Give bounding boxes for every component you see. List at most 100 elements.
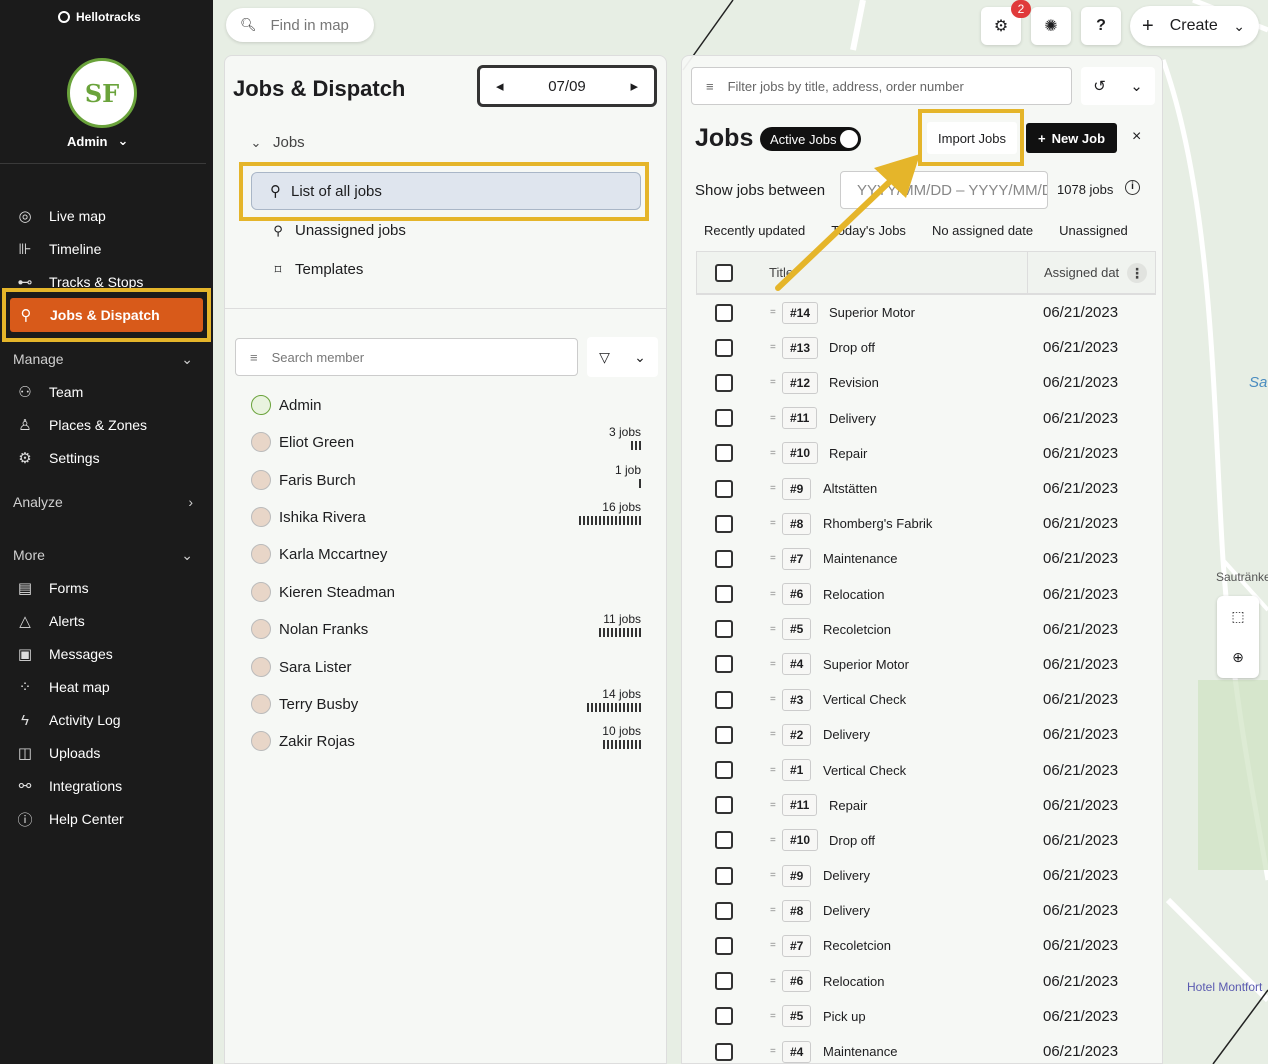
active-jobs-toggle[interactable]: Active Jobs: [760, 127, 861, 151]
nav-activity-log[interactable]: ϟ Activity Log: [0, 705, 206, 735]
drag-handle-icon[interactable]: =: [770, 518, 776, 529]
tab-unassigned[interactable]: Unassigned: [1059, 223, 1128, 238]
current-date[interactable]: 07/09: [548, 78, 586, 95]
row-checkbox[interactable]: [715, 585, 733, 604]
job-title[interactable]: Drop off: [829, 833, 875, 848]
drag-handle-icon[interactable]: =: [770, 659, 776, 670]
drag-handle-icon[interactable]: =: [770, 553, 776, 564]
nav-help-center[interactable]: ⓘ Help Center: [0, 804, 206, 834]
row-checkbox[interactable]: [715, 831, 733, 850]
section-manage[interactable]: Manage ⌄: [13, 351, 193, 368]
nav-forms[interactable]: ▤ Forms: [0, 573, 206, 603]
row-checkbox[interactable]: [715, 936, 733, 955]
job-title[interactable]: Repair: [829, 798, 867, 813]
help-button[interactable]: ?: [1081, 7, 1121, 45]
job-title[interactable]: Delivery: [823, 868, 870, 883]
member-row[interactable]: Ishika Rivera 16 jobs: [251, 500, 641, 534]
job-title[interactable]: Relocation: [823, 974, 884, 989]
drag-handle-icon[interactable]: =: [770, 483, 776, 494]
history-filter-button[interactable]: ↺ ⌄: [1081, 67, 1155, 105]
map-search-input[interactable]: 🔍︎ Find in map: [226, 8, 374, 42]
member-filter-button[interactable]: ▽ ⌄: [587, 337, 658, 377]
row-checkbox[interactable]: [715, 549, 733, 568]
chevron-right-icon[interactable]: ▸: [630, 77, 638, 95]
job-title[interactable]: Revision: [829, 375, 879, 390]
table-row[interactable]: = #4 Superior Motor 06/21/2023: [696, 647, 1156, 682]
job-title[interactable]: Repair: [829, 446, 867, 461]
job-title[interactable]: Delivery: [829, 411, 876, 426]
table-row[interactable]: = #1 Vertical Check 06/21/2023: [696, 752, 1156, 787]
table-row[interactable]: = #4 Maintenance 06/21/2023: [696, 1034, 1156, 1063]
job-title[interactable]: Rhomberg's Fabrik: [823, 516, 932, 531]
member-search-input[interactable]: ≡ Search member: [235, 338, 578, 376]
row-checkbox[interactable]: [715, 796, 733, 815]
row-checkbox[interactable]: [715, 1042, 733, 1061]
member-row[interactable]: Eliot Green 3 jobs: [251, 425, 641, 459]
table-row[interactable]: = #5 Recoletcion 06/21/2023: [696, 612, 1156, 647]
table-row[interactable]: = #6 Relocation 06/21/2023: [696, 964, 1156, 999]
nav-integrations[interactable]: ⚯ Integrations: [0, 771, 206, 801]
row-checkbox[interactable]: [715, 409, 733, 428]
section-analyze[interactable]: Analyze ›: [13, 494, 193, 510]
drag-handle-icon[interactable]: =: [770, 1046, 776, 1057]
drag-handle-icon[interactable]: =: [770, 976, 776, 987]
table-row[interactable]: = #7 Recoletcion 06/21/2023: [696, 928, 1156, 963]
row-checkbox[interactable]: [715, 373, 733, 392]
tree-unassigned-jobs[interactable]: ⚲ Unassigned jobs: [271, 222, 406, 239]
import-jobs-button[interactable]: Import Jobs: [927, 122, 1017, 154]
table-row[interactable]: = #11 Repair 06/21/2023: [696, 788, 1156, 823]
table-row[interactable]: = #13 Drop off 06/21/2023: [696, 330, 1156, 365]
nav-places-zones[interactable]: ♙ Places & Zones: [0, 410, 206, 440]
tab-no-assigned-date[interactable]: No assigned date: [932, 223, 1033, 238]
row-checkbox[interactable]: [715, 479, 733, 498]
table-row[interactable]: = #5 Pick up 06/21/2023: [696, 999, 1156, 1034]
tree-jobs-root[interactable]: ⌄ Jobs: [249, 134, 305, 151]
drag-handle-icon[interactable]: =: [770, 448, 776, 459]
member-row[interactable]: Karla Mccartney: [251, 537, 641, 571]
table-row[interactable]: = #9 Altstätten 06/21/2023: [696, 471, 1156, 506]
nav-messages[interactable]: ▣ Messages: [0, 639, 206, 669]
job-title[interactable]: Recoletcion: [823, 938, 891, 953]
job-title[interactable]: Vertical Check: [823, 763, 906, 778]
brand[interactable]: Hellotracks: [58, 10, 141, 24]
select-area-icon[interactable]: ⬚: [1231, 608, 1244, 625]
row-checkbox[interactable]: [715, 444, 733, 463]
drag-handle-icon[interactable]: =: [770, 413, 776, 424]
table-row[interactable]: = #12 Revision 06/21/2023: [696, 365, 1156, 400]
column-divider[interactable]: [1027, 252, 1028, 294]
drag-handle-icon[interactable]: =: [770, 589, 776, 600]
table-row[interactable]: = #14 Superior Motor 06/21/2023: [696, 295, 1156, 330]
chevron-left-icon[interactable]: ◂: [496, 77, 504, 95]
nav-team[interactable]: ⚇ Team: [0, 377, 206, 407]
job-title[interactable]: Maintenance: [823, 551, 897, 566]
row-checkbox[interactable]: [715, 725, 733, 744]
row-checkbox[interactable]: [715, 866, 733, 885]
nav-uploads[interactable]: ◫ Uploads: [0, 738, 206, 768]
job-title[interactable]: Pick up: [823, 1009, 866, 1024]
drag-handle-icon[interactable]: =: [770, 342, 776, 353]
new-job-button[interactable]: + New Job: [1026, 123, 1117, 153]
table-row[interactable]: = #2 Delivery 06/21/2023: [696, 717, 1156, 752]
table-row[interactable]: = #9 Delivery 06/21/2023: [696, 858, 1156, 893]
table-row[interactable]: = #8 Rhomberg's Fabrik 06/21/2023: [696, 506, 1156, 541]
more-options-icon[interactable]: ⋮: [1127, 262, 1147, 283]
row-checkbox[interactable]: [715, 303, 733, 322]
tree-list-all-jobs[interactable]: ⚲ List of all jobs: [251, 172, 641, 210]
table-row[interactable]: = #11 Delivery 06/21/2023: [696, 401, 1156, 436]
member-row[interactable]: Faris Burch 1 job: [251, 463, 641, 497]
section-more[interactable]: More ⌄: [13, 547, 193, 564]
close-button[interactable]: ×: [1132, 128, 1141, 146]
nav-jobs-dispatch[interactable]: ⚲ Jobs & Dispatch: [10, 298, 203, 332]
row-checkbox[interactable]: [715, 690, 733, 709]
drag-handle-icon[interactable]: =: [770, 800, 776, 811]
member-row[interactable]: Admin: [251, 388, 641, 422]
member-row[interactable]: Terry Busby 14 jobs: [251, 687, 641, 721]
member-row[interactable]: Zakir Rojas 10 jobs: [251, 724, 641, 758]
job-title[interactable]: Vertical Check: [823, 692, 906, 707]
job-title[interactable]: Delivery: [823, 903, 870, 918]
drag-handle-icon[interactable]: =: [770, 940, 776, 951]
add-place-icon[interactable]: ⊕: [1232, 649, 1244, 666]
job-title[interactable]: Superior Motor: [829, 305, 915, 320]
row-checkbox[interactable]: [715, 972, 733, 991]
row-checkbox[interactable]: [715, 514, 733, 533]
